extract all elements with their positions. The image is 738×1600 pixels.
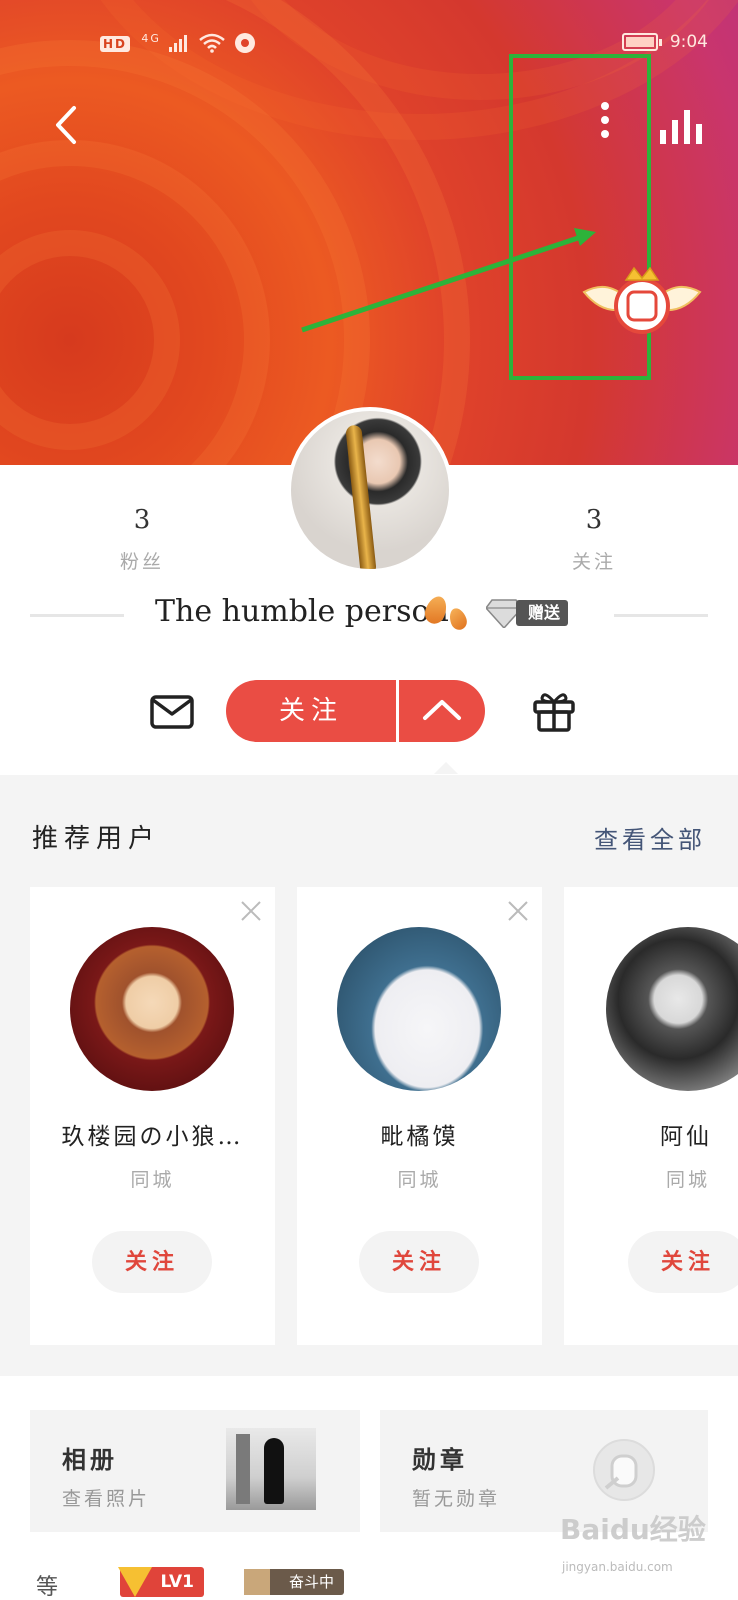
recommended-user-card[interactable]: 阿仙 同城 关注 xyxy=(564,887,738,1345)
divider xyxy=(614,614,708,617)
user-name: 玖楼园の小狼… xyxy=(61,1124,244,1150)
user-location: 同城 xyxy=(666,1169,711,1191)
recommended-title: 推荐用户 xyxy=(32,824,161,854)
medal-title: 勋章 xyxy=(412,1445,468,1474)
user-location: 同城 xyxy=(397,1169,442,1191)
gift-icon xyxy=(533,693,575,732)
following-count: 3 xyxy=(585,505,603,535)
annotation-arrow xyxy=(301,228,596,333)
watermark-sub: jingyan.baidu.com xyxy=(562,1560,673,1574)
user-location: 同城 xyxy=(130,1169,175,1191)
fans-stat[interactable]: 3 粉丝 xyxy=(82,505,202,574)
medal-icon xyxy=(593,1439,655,1501)
crown-icon xyxy=(582,266,702,334)
user-name: 毗橘馍 xyxy=(380,1124,459,1150)
user-avatar[interactable] xyxy=(287,407,453,573)
gift-button[interactable] xyxy=(532,690,576,732)
view-all-link[interactable]: 查看全部 xyxy=(594,820,706,855)
panel-pointer xyxy=(434,762,458,774)
divider xyxy=(30,614,124,617)
recommended-user-card[interactable]: 玖楼园の小狼… 同城 关注 xyxy=(30,887,275,1345)
microphone-image xyxy=(345,424,377,569)
album-thumbnail xyxy=(226,1428,316,1510)
following-stat[interactable]: 3 关注 xyxy=(534,505,654,574)
level-label: 等级 xyxy=(36,1575,63,1600)
album-title: 相册 xyxy=(62,1445,118,1474)
follow-button[interactable]: 关注 xyxy=(226,680,396,742)
medal-subtitle: 暂无勋章 xyxy=(412,1488,501,1510)
chevron-up-icon xyxy=(423,700,461,720)
message-button[interactable] xyxy=(150,694,194,730)
expand-button[interactable] xyxy=(399,680,485,742)
user-name: 阿仙 xyxy=(660,1124,712,1150)
throne-badge[interactable] xyxy=(576,262,708,342)
follow-button[interactable]: 关注 xyxy=(92,1231,212,1293)
fans-label: 粉丝 xyxy=(119,551,164,573)
close-icon xyxy=(508,901,528,921)
user-avatar[interactable] xyxy=(606,927,738,1091)
close-icon xyxy=(241,901,261,921)
album-subtitle: 查看照片 xyxy=(62,1488,151,1510)
action-bar: 关注 xyxy=(0,680,738,742)
recommended-user-card[interactable]: 毗橘馍 同城 关注 xyxy=(297,887,542,1345)
gift-tag[interactable]: 赠送 xyxy=(486,596,586,630)
dismiss-button[interactable] xyxy=(506,899,530,923)
following-label: 关注 xyxy=(571,551,616,573)
name-row: The humble person 赠送 xyxy=(0,592,738,638)
watermark-main: Baidu经验 xyxy=(560,1513,706,1546)
watermark: Baidu经验 jingyan.baidu.com xyxy=(560,1508,720,1574)
follow-button[interactable]: 关注 xyxy=(628,1231,738,1293)
dismiss-button[interactable] xyxy=(239,899,263,923)
mail-icon xyxy=(150,695,194,729)
user-avatar[interactable] xyxy=(70,927,234,1091)
rank-badge: 奋斗中 xyxy=(244,1569,344,1595)
leaf-icon xyxy=(446,605,470,633)
user-name: The humble person xyxy=(155,594,449,629)
user-avatar[interactable] xyxy=(337,927,501,1091)
level-badge: LV1 xyxy=(120,1567,204,1597)
follow-button[interactable]: 关注 xyxy=(359,1231,479,1293)
fans-count: 3 xyxy=(133,505,151,535)
album-tile[interactable]: 相册 查看照片 xyxy=(30,1410,360,1532)
gift-tag-label: 赠送 xyxy=(516,600,569,626)
